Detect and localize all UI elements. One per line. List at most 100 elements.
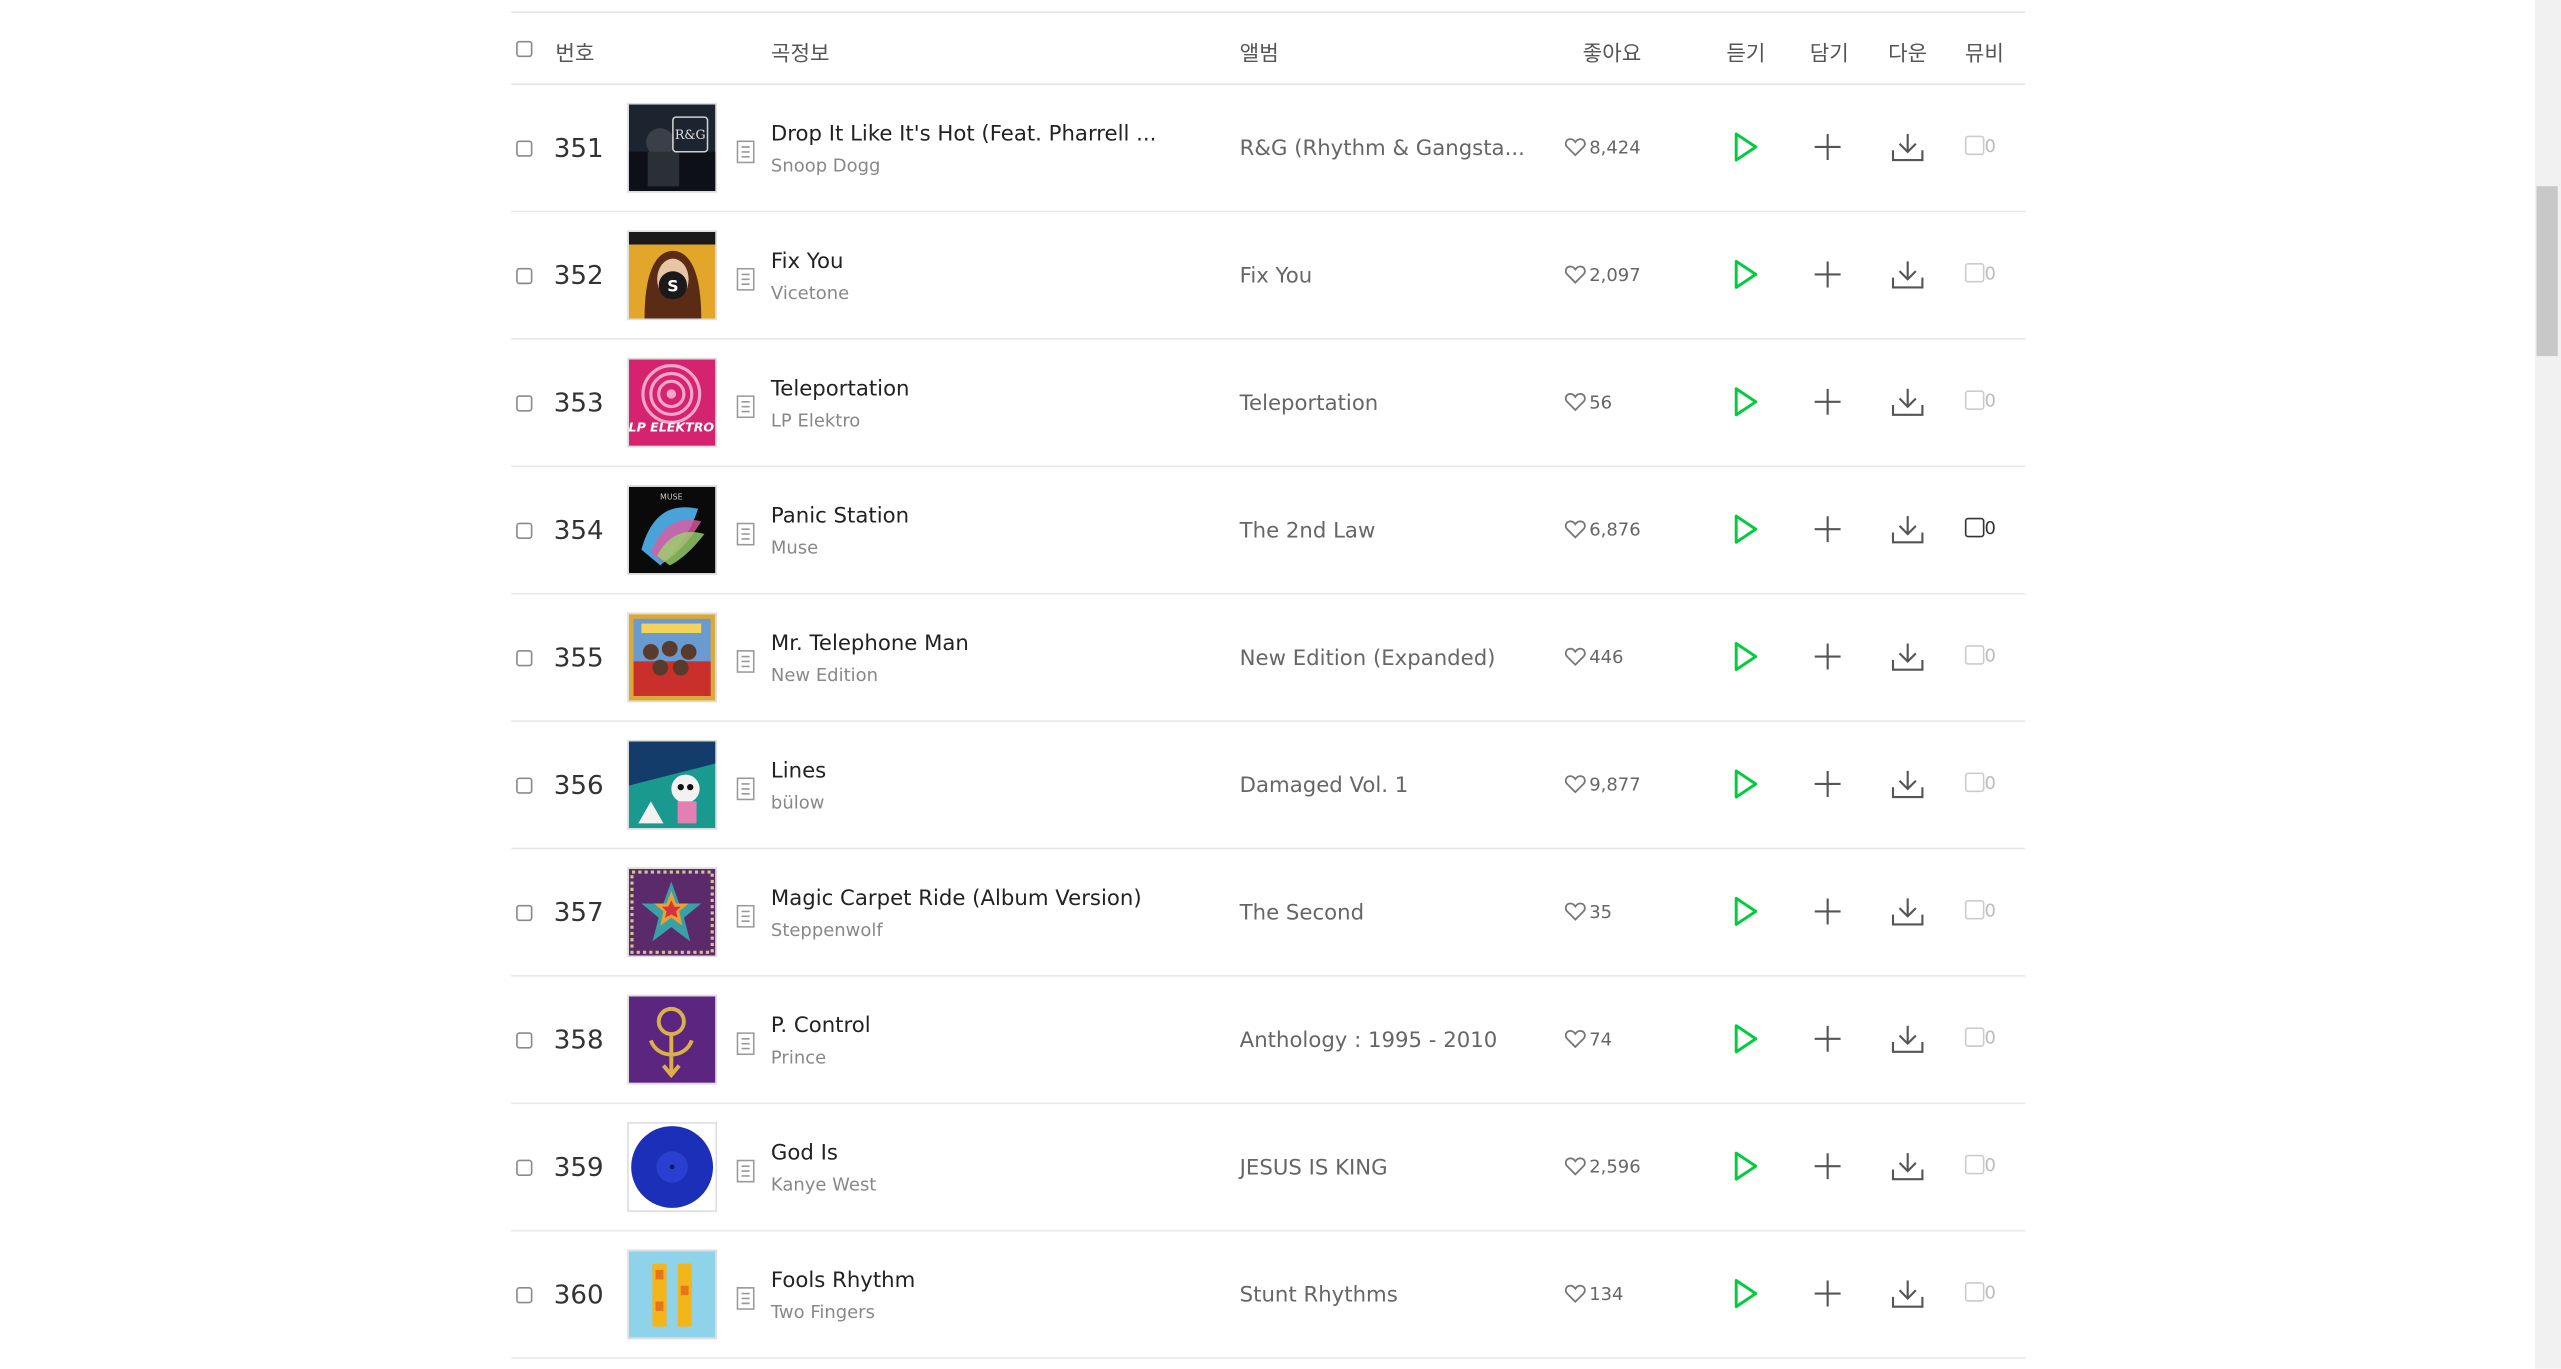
play-button[interactable]	[1733, 640, 1759, 679]
song-info-icon[interactable]	[736, 1031, 755, 1062]
song-title[interactable]: P. Control	[771, 1014, 871, 1038]
song-title[interactable]: Lines	[771, 759, 826, 783]
row-checkbox[interactable]	[516, 1159, 533, 1176]
add-button[interactable]	[1814, 516, 1841, 549]
song-title[interactable]: Mr. Telephone Man	[771, 632, 969, 656]
like-button[interactable]: 9,877	[1564, 774, 1641, 795]
like-button[interactable]: 6,876	[1564, 519, 1641, 541]
artist-name[interactable]: Kanye West	[771, 1174, 876, 1195]
album-name[interactable]: Fix You	[1240, 265, 1313, 289]
song-title[interactable]: God Is	[771, 1142, 838, 1166]
download-button[interactable]	[1891, 895, 1924, 934]
album-name[interactable]: The 2nd Law	[1240, 519, 1376, 543]
song-info-icon[interactable]	[736, 521, 755, 552]
song-info-icon[interactable]	[736, 266, 755, 297]
play-button[interactable]	[1733, 258, 1759, 297]
play-button[interactable]	[1733, 895, 1759, 934]
mv-button[interactable]: 0	[1964, 772, 1996, 794]
play-button[interactable]	[1733, 385, 1759, 424]
like-button[interactable]: 134	[1564, 1284, 1624, 1305]
mv-button[interactable]: 0	[1964, 517, 1996, 539]
play-button[interactable]	[1733, 513, 1759, 552]
song-title[interactable]: Teleportation	[771, 377, 910, 401]
album-name[interactable]: Teleportation	[1240, 392, 1379, 416]
song-info-icon[interactable]	[736, 394, 755, 425]
play-button[interactable]	[1733, 131, 1759, 170]
mv-button[interactable]: 0	[1964, 899, 1996, 921]
add-button[interactable]	[1814, 388, 1841, 422]
add-button[interactable]	[1814, 770, 1841, 804]
album-cover[interactable]	[627, 994, 718, 1085]
album-name[interactable]: Anthology : 1995 - 2010	[1240, 1029, 1498, 1053]
album-name[interactable]: The Second	[1240, 902, 1364, 926]
add-button[interactable]	[1814, 643, 1841, 677]
mv-button[interactable]: 0	[1964, 390, 1996, 412]
album-cover[interactable]: R&G	[627, 102, 718, 193]
song-title[interactable]: Fix You	[771, 250, 844, 274]
song-info-icon[interactable]	[736, 1158, 755, 1189]
add-button[interactable]	[1814, 1280, 1841, 1314]
download-button[interactable]	[1891, 768, 1924, 807]
mv-button[interactable]: 0	[1964, 262, 1996, 284]
album-name[interactable]: New Edition (Expanded)	[1240, 647, 1496, 671]
album-name[interactable]: JESUS IS KING	[1240, 1156, 1388, 1180]
download-button[interactable]	[1891, 1150, 1924, 1189]
song-title[interactable]: Fools Rhythm	[771, 1269, 915, 1293]
album-cover[interactable]: LP ELEKTRO	[627, 357, 718, 448]
song-info-icon[interactable]	[736, 1285, 755, 1316]
add-button[interactable]	[1814, 261, 1841, 294]
album-cover[interactable]: S	[627, 230, 718, 321]
mv-button[interactable]: 0	[1964, 135, 1996, 157]
song-info-icon[interactable]	[736, 903, 755, 934]
download-button[interactable]	[1891, 1022, 1924, 1061]
download-button[interactable]	[1891, 385, 1924, 424]
add-button[interactable]	[1814, 898, 1841, 931]
album-name[interactable]: Damaged Vol. 1	[1240, 774, 1409, 798]
artist-name[interactable]: New Edition	[771, 665, 878, 686]
artist-name[interactable]: Steppenwolf	[771, 920, 883, 941]
row-checkbox[interactable]	[516, 1287, 533, 1304]
song-info-icon[interactable]	[736, 776, 755, 807]
album-cover[interactable]	[627, 867, 718, 958]
like-button[interactable]: 74	[1564, 1029, 1612, 1050]
artist-name[interactable]: Vicetone	[771, 283, 849, 304]
mv-button[interactable]: 0	[1964, 1282, 1996, 1303]
album-cover[interactable]: MUSE	[627, 485, 718, 575]
play-button[interactable]	[1733, 768, 1759, 807]
like-button[interactable]: 446	[1564, 647, 1624, 668]
artist-name[interactable]: Two Fingers	[771, 1302, 875, 1323]
play-button[interactable]	[1733, 1277, 1759, 1316]
row-checkbox[interactable]	[516, 522, 533, 539]
download-button[interactable]	[1891, 131, 1924, 170]
like-button[interactable]: 56	[1564, 392, 1612, 413]
play-button[interactable]	[1733, 1150, 1759, 1189]
add-button[interactable]	[1814, 1025, 1841, 1059]
like-button[interactable]: 2,596	[1564, 1156, 1641, 1178]
artist-name[interactable]: Prince	[771, 1047, 826, 1068]
song-title[interactable]: Drop It Like It's Hot (Feat. Pharrell ..…	[771, 122, 1157, 146]
like-button[interactable]: 8,424	[1564, 137, 1641, 158]
row-checkbox[interactable]	[516, 1032, 533, 1049]
add-button[interactable]	[1814, 1153, 1841, 1186]
download-button[interactable]	[1891, 258, 1924, 297]
row-checkbox[interactable]	[516, 650, 533, 667]
album-name[interactable]: R&G (Rhythm & Gangsta...	[1240, 137, 1525, 161]
scrollbar-thumb[interactable]	[2536, 186, 2558, 357]
like-button[interactable]: 35	[1564, 902, 1612, 923]
artist-name[interactable]: bülow	[771, 792, 824, 813]
select-all-checkbox[interactable]	[516, 40, 533, 58]
song-info-icon[interactable]	[736, 648, 755, 679]
album-cover[interactable]	[627, 739, 718, 830]
like-button[interactable]: 2,097	[1564, 265, 1641, 286]
mv-button[interactable]: 0	[1964, 1027, 1996, 1049]
album-cover[interactable]	[627, 1249, 718, 1340]
play-button[interactable]	[1733, 1022, 1759, 1061]
album-name[interactable]: Stunt Rhythms	[1240, 1284, 1398, 1308]
row-checkbox[interactable]	[516, 267, 533, 285]
download-button[interactable]	[1891, 513, 1924, 552]
album-cover[interactable]	[627, 1122, 718, 1212]
song-title[interactable]: Magic Carpet Ride (Album Version)	[771, 887, 1142, 911]
row-checkbox[interactable]	[516, 904, 533, 922]
mv-button[interactable]: 0	[1964, 1154, 1996, 1176]
song-info-icon[interactable]	[736, 139, 755, 170]
